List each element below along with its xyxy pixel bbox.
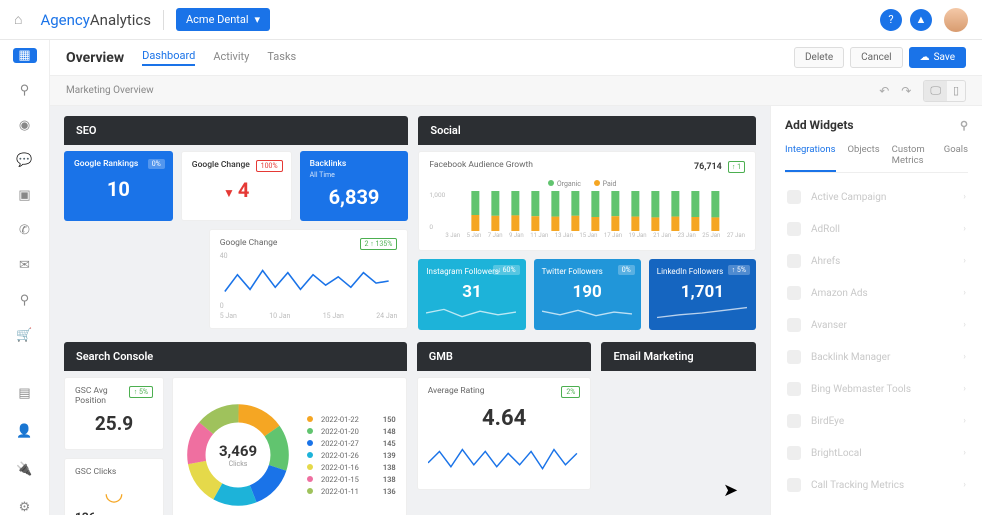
card-gsc-clicks-donut[interactable]: 3,469 Clicks 2022-01-221502022-01-201482… (172, 377, 407, 515)
integrations-list: Active Campaign›AdRoll›Ahrefs›Amazon Ads… (785, 181, 968, 501)
topbar-actions: ? ▲ (880, 8, 968, 32)
integration-icon (787, 286, 801, 300)
card-gmb-rating[interactable]: 2% Average Rating 4.64 (417, 377, 592, 490)
save-icon: ☁ (920, 52, 930, 63)
tab-tasks[interactable]: Tasks (267, 50, 296, 65)
nav-users-icon[interactable]: 👤 (15, 421, 35, 441)
integration-item[interactable]: Backlink Manager› (785, 341, 968, 373)
integration-icon (787, 350, 801, 364)
card-twitter-followers[interactable]: Twitter Followers 0% 190 (534, 259, 641, 330)
integration-icon (787, 254, 801, 268)
card-instagram-followers[interactable]: Instagram Followers ↓ 60% 31 (418, 259, 525, 330)
page-title: Overview (66, 50, 124, 66)
card-gsc-clicks-small[interactable]: GSC Clicks ◡ 136 (64, 458, 164, 515)
chevron-right-icon: › (963, 192, 966, 202)
card-google-change[interactable]: Google Change 100% 4 (181, 151, 292, 221)
notifications-icon[interactable]: ▲ (910, 9, 932, 31)
integration-item[interactable]: Call Tracking Metrics› (785, 469, 968, 501)
nav-search-icon[interactable]: ⚲ (15, 83, 35, 98)
section-seo-header: SEO (64, 116, 408, 145)
nav-dashboard-icon[interactable]: ▦ (13, 48, 37, 63)
topbar: ⌂ AgencyAnalytics Acme Dental ▾ ? ▲ (0, 0, 982, 40)
sidetab-objects[interactable]: Objects (848, 144, 880, 172)
chevron-right-icon: › (963, 256, 966, 266)
nav-cart-icon[interactable]: 🛒 (15, 328, 35, 343)
integration-icon (787, 382, 801, 396)
chart-fb-audience[interactable]: Facebook Audience Growth 76,714 ↑ 1 Orga… (418, 151, 756, 251)
brand-logo: AgencyAnalytics (40, 11, 151, 29)
undo-icon[interactable]: ↶ (879, 84, 889, 98)
mobile-icon[interactable]: ▯ (947, 81, 965, 101)
integration-icon (787, 414, 801, 428)
tab-activity[interactable]: Activity (213, 50, 249, 65)
integration-item[interactable]: BirdEye› (785, 405, 968, 437)
chevron-right-icon: › (963, 480, 966, 490)
divider (163, 10, 164, 30)
nav-chat-icon[interactable]: 💬 (15, 153, 35, 168)
integration-icon (787, 446, 801, 460)
integration-item[interactable]: BrightLocal› (785, 437, 968, 469)
integration-item[interactable]: Amazon Ads› (785, 277, 968, 309)
breadcrumb: Marketing Overview (66, 85, 154, 96)
section-social-header: Social (418, 116, 756, 145)
chevron-right-icon: › (963, 416, 966, 426)
integration-icon (787, 318, 801, 332)
save-button[interactable]: ☁Save (909, 47, 966, 68)
nav-settings-icon[interactable]: ⚙ (15, 497, 35, 517)
desktop-icon[interactable]: 🖵 (924, 81, 947, 101)
breadcrumb-row: Marketing Overview ↶ ↷ 🖵 ▯ (50, 76, 982, 106)
chevron-right-icon: › (963, 320, 966, 330)
integration-item[interactable]: Bing Webmaster Tools› (785, 373, 968, 405)
nav-location-icon[interactable]: ⚲ (15, 293, 35, 308)
nav-mail-icon[interactable]: ✉ (15, 258, 35, 273)
section-searchconsole-header: Search Console (64, 342, 407, 371)
card-google-rankings[interactable]: Google Rankings 0% 10 (64, 151, 173, 221)
client-selector[interactable]: Acme Dental ▾ (176, 8, 270, 31)
nav-integrations-icon[interactable]: 🔌 (15, 459, 35, 479)
card-linkedin-followers[interactable]: LinkedIn Followers ↑ 5% 1,701 (649, 259, 756, 330)
help-icon[interactable]: ? (880, 9, 902, 31)
redo-icon[interactable]: ↷ (901, 84, 911, 98)
chevron-right-icon: › (963, 384, 966, 394)
sidetab-custom-metrics[interactable]: Custom Metrics (892, 144, 932, 172)
chevron-right-icon: › (963, 288, 966, 298)
sidetab-goals[interactable]: Goals (944, 144, 968, 172)
chevron-right-icon: › (963, 448, 966, 458)
integration-item[interactable]: Ahrefs› (785, 245, 968, 277)
integration-item[interactable]: AdRoll› (785, 213, 968, 245)
integration-icon (787, 478, 801, 492)
dashboard-canvas: SEO Google Rankings 0% 10 Google Change … (50, 106, 770, 515)
user-avatar[interactable] (944, 8, 968, 32)
card-gsc-avg-position[interactable]: ↑ 5% GSC Avg Position 25.9 (64, 377, 164, 450)
tab-dashboard[interactable]: Dashboard (142, 49, 195, 66)
home-icon[interactable]: ⌂ (14, 11, 22, 28)
sidepanel-tabs: Integrations Objects Custom Metrics Goal… (785, 144, 968, 173)
subheader: Overview Dashboard Activity Tasks Delete… (50, 40, 982, 76)
device-toggle: 🖵 ▯ (923, 80, 966, 102)
sidepanel-title: Add Widgets ⚲ (785, 118, 968, 132)
integration-item[interactable]: Active Campaign› (785, 181, 968, 213)
nav-phone-icon[interactable]: ✆ (15, 223, 35, 238)
nav-globe-icon[interactable]: ◉ (15, 118, 35, 133)
section-gmb-header: GMB (417, 342, 592, 371)
section-email-header: Email Marketing (601, 342, 756, 371)
sidetab-integrations[interactable]: Integrations (785, 144, 836, 172)
integration-icon (787, 190, 801, 204)
nav-reports-icon[interactable]: ▤ (15, 383, 35, 403)
integration-icon (787, 222, 801, 236)
delete-button[interactable]: Delete (794, 47, 844, 68)
chevron-right-icon: › (963, 352, 966, 362)
add-widgets-panel: Add Widgets ⚲ Integrations Objects Custo… (770, 106, 982, 515)
integration-item[interactable]: Avanser› (785, 309, 968, 341)
chart-google-change[interactable]: 2 ↑ 135% Google Change 40 0 5 Jan 10 Jan (209, 229, 409, 329)
tabs: Dashboard Activity Tasks (142, 40, 296, 75)
cancel-button[interactable]: Cancel (850, 47, 902, 68)
chevron-down-icon: ▾ (255, 13, 261, 26)
card-backlinks[interactable]: Backlinks All Time 6,839 (300, 151, 409, 221)
nav-ads-icon[interactable]: ▣ (15, 188, 35, 203)
search-icon[interactable]: ⚲ (960, 119, 968, 132)
chevron-right-icon: › (963, 224, 966, 234)
left-nav: ▦ ⚲ ◉ 💬 ▣ ✆ ✉ ⚲ 🛒 ▤ 👤 🔌 ⚙ (0, 40, 50, 515)
